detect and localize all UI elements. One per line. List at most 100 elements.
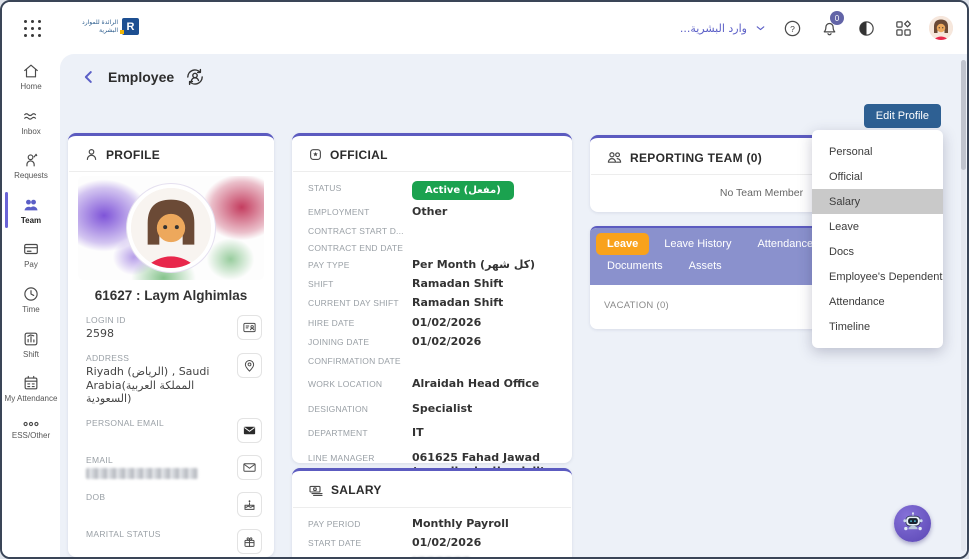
attendance-calendar-icon — [24, 376, 38, 390]
salary-row-start-date: START DATE 01/02/2026 — [308, 535, 482, 549]
person-icon — [86, 149, 97, 160]
official-card-title: OFFICIAL — [330, 147, 388, 162]
time-icon — [24, 287, 38, 301]
topbar: الرائدة للموارد البشرية R ...وارد البشري… — [2, 2, 967, 54]
official-row-confirmation-date: CONFIRMATION DATE — [308, 356, 401, 367]
tab-leave[interactable]: Leave — [596, 233, 650, 255]
apps-button[interactable] — [892, 17, 914, 39]
app-window: الرائدة للموارد البشرية R ...وارد البشري… — [0, 0, 969, 559]
vacation-count-label: VACATION (0) — [604, 300, 670, 311]
menu-item-official[interactable]: Official — [812, 164, 943, 189]
status-badge: Active (مفعل) — [412, 180, 514, 200]
svg-text:?: ? — [790, 23, 795, 33]
home-icon — [24, 64, 38, 78]
official-row-status: STATUS Active (مفعل) — [292, 178, 572, 202]
cake-icon[interactable] — [237, 492, 262, 517]
notifications-button[interactable]: 0 — [818, 11, 844, 39]
app-launcher-icon[interactable] — [24, 20, 42, 38]
menu-item-employees-dependent[interactable]: Employee's Dependent — [812, 264, 943, 289]
official-row-shift: SHIFT Ramadan Shift — [308, 277, 504, 291]
half-circle-icon — [858, 20, 874, 36]
sidebar-item-shift[interactable]: Shift — [2, 322, 60, 367]
people-icon — [607, 152, 622, 163]
menu-item-attendance[interactable]: Attendance — [812, 289, 943, 314]
salary-row-base-salary: BASE SALARY — [292, 553, 572, 557]
sidebar-item-team[interactable]: Team — [2, 188, 60, 233]
profile-field-email: EMAIL — [68, 449, 274, 486]
brand-logo: الرائدة للموارد البشرية R — [74, 18, 139, 35]
theme-toggle-button[interactable] — [855, 17, 877, 39]
tab-documents[interactable]: Documents — [596, 255, 674, 277]
official-row-work-location: WORK LOCATION Alraidah Head Office — [308, 376, 540, 390]
sidebar: Home Inbox Requests Team Pay Time Shift … — [2, 54, 60, 557]
badge-icon — [310, 149, 321, 160]
official-row-current-day-shift: CURRENT DAY SHIFT Ramadan Shift — [308, 296, 504, 310]
profile-field-login-id: LOGIN ID 2598 — [68, 309, 274, 347]
official-row-contract-end: CONTRACT END DATE — [308, 242, 404, 253]
main-content: Employee Edit Profile PROFILE 61627 : La… — [60, 54, 967, 557]
notification-badge: 0 — [830, 11, 844, 25]
inbox-icon — [24, 112, 37, 120]
profile-field-personal-email: PERSONAL EMAIL — [68, 412, 274, 449]
chatbot-button[interactable] — [894, 505, 931, 542]
menu-item-personal[interactable]: Personal — [812, 139, 943, 164]
tab-assets[interactable]: Assets — [678, 255, 733, 277]
team-icon — [24, 199, 38, 211]
robot-icon — [902, 511, 923, 530]
salary-row-pay-period: PAY PERIOD Monthly Payroll — [308, 516, 509, 530]
money-icon — [309, 485, 323, 496]
brand-arabic-text: الرائدة للموارد البشرية — [82, 19, 118, 34]
menu-item-docs[interactable]: Docs — [812, 239, 943, 264]
sidebar-item-time[interactable]: Time — [2, 277, 60, 322]
profile-card: PROFILE 61627 : Laym Alghimlas LOGIN ID … — [68, 133, 274, 557]
sidebar-item-ess-other[interactable]: ESS/Other — [2, 411, 60, 448]
edit-profile-button[interactable]: Edit Profile — [863, 104, 941, 128]
official-row-joining-date: JOINING DATE 01/02/2026 — [308, 334, 482, 348]
profile-field-dob: DOB — [68, 486, 274, 523]
official-card: OFFICIAL STATUS Active (مفعل) EMPLOYMENT… — [292, 133, 572, 478]
profile-field-address: ADDRESS Riyadh (الرياض) , Saudi Arabia(ا… — [68, 347, 274, 412]
menu-item-leave[interactable]: Leave — [812, 214, 943, 239]
profile-sections-menu: Personal Official Salary Leave Docs Empl… — [812, 130, 943, 348]
salary-card-title: SALARY — [331, 483, 382, 497]
switch-employee-icon[interactable] — [184, 66, 206, 88]
tab-leave-history[interactable]: Leave History — [653, 233, 742, 255]
official-row-contract-start: CONTRACT START D... — [308, 225, 404, 236]
sidebar-item-my-attendance[interactable]: My Attendance — [2, 366, 60, 411]
official-row-department: DEPARTMENT IT — [308, 426, 424, 440]
official-row-hire-date: HIRE DATE 01/02/2026 — [308, 315, 482, 329]
help-button[interactable]: ? — [781, 17, 803, 39]
requests-icon — [26, 153, 38, 167]
profile-card-title: PROFILE — [106, 147, 161, 162]
sidebar-item-pay[interactable]: Pay — [2, 232, 60, 277]
sidebar-item-home[interactable]: Home — [2, 54, 60, 99]
profile-photo — [78, 176, 264, 280]
official-row-designation: DESIGNATION Specialist — [308, 401, 473, 415]
envelope-icon[interactable] — [237, 455, 262, 480]
profile-field-marital-status: MARITAL STATUS — [68, 523, 274, 557]
employee-avatar — [127, 184, 215, 272]
salary-card: SALARY PAY PERIOD Monthly Payroll START … — [292, 468, 572, 557]
pay-icon — [24, 244, 38, 255]
menu-item-salary[interactable]: Salary — [812, 189, 943, 214]
shift-icon — [24, 332, 38, 345]
scrollbar-track[interactable] — [961, 60, 966, 551]
sidebar-item-inbox[interactable]: Inbox — [2, 99, 60, 144]
menu-item-timeline[interactable]: Timeline — [812, 314, 943, 339]
gift-icon[interactable] — [237, 529, 262, 554]
reporting-card-title: REPORTING TEAM (0) — [630, 150, 763, 165]
sidebar-item-requests[interactable]: Requests — [2, 143, 60, 188]
id-card-icon[interactable] — [237, 315, 262, 340]
brand-mark: R — [120, 18, 139, 35]
employee-name: 61627 : Laym Alghimlas — [94, 288, 248, 303]
module-switcher[interactable]: ...وارد البشرية — [680, 22, 766, 35]
envelope-filled-icon[interactable] — [237, 418, 262, 443]
location-pin-icon[interactable] — [237, 352, 262, 378]
back-button[interactable] — [80, 68, 98, 86]
official-row-employment: EMPLOYMENT Other — [308, 204, 448, 218]
redacted-email-value — [86, 468, 198, 479]
official-row-pay-type: PAY TYPE Per Month (كل شهر) — [308, 257, 536, 271]
scrollbar-thumb[interactable] — [961, 60, 966, 170]
user-avatar[interactable] — [929, 16, 953, 40]
module-label: ...وارد البشرية — [679, 21, 747, 35]
